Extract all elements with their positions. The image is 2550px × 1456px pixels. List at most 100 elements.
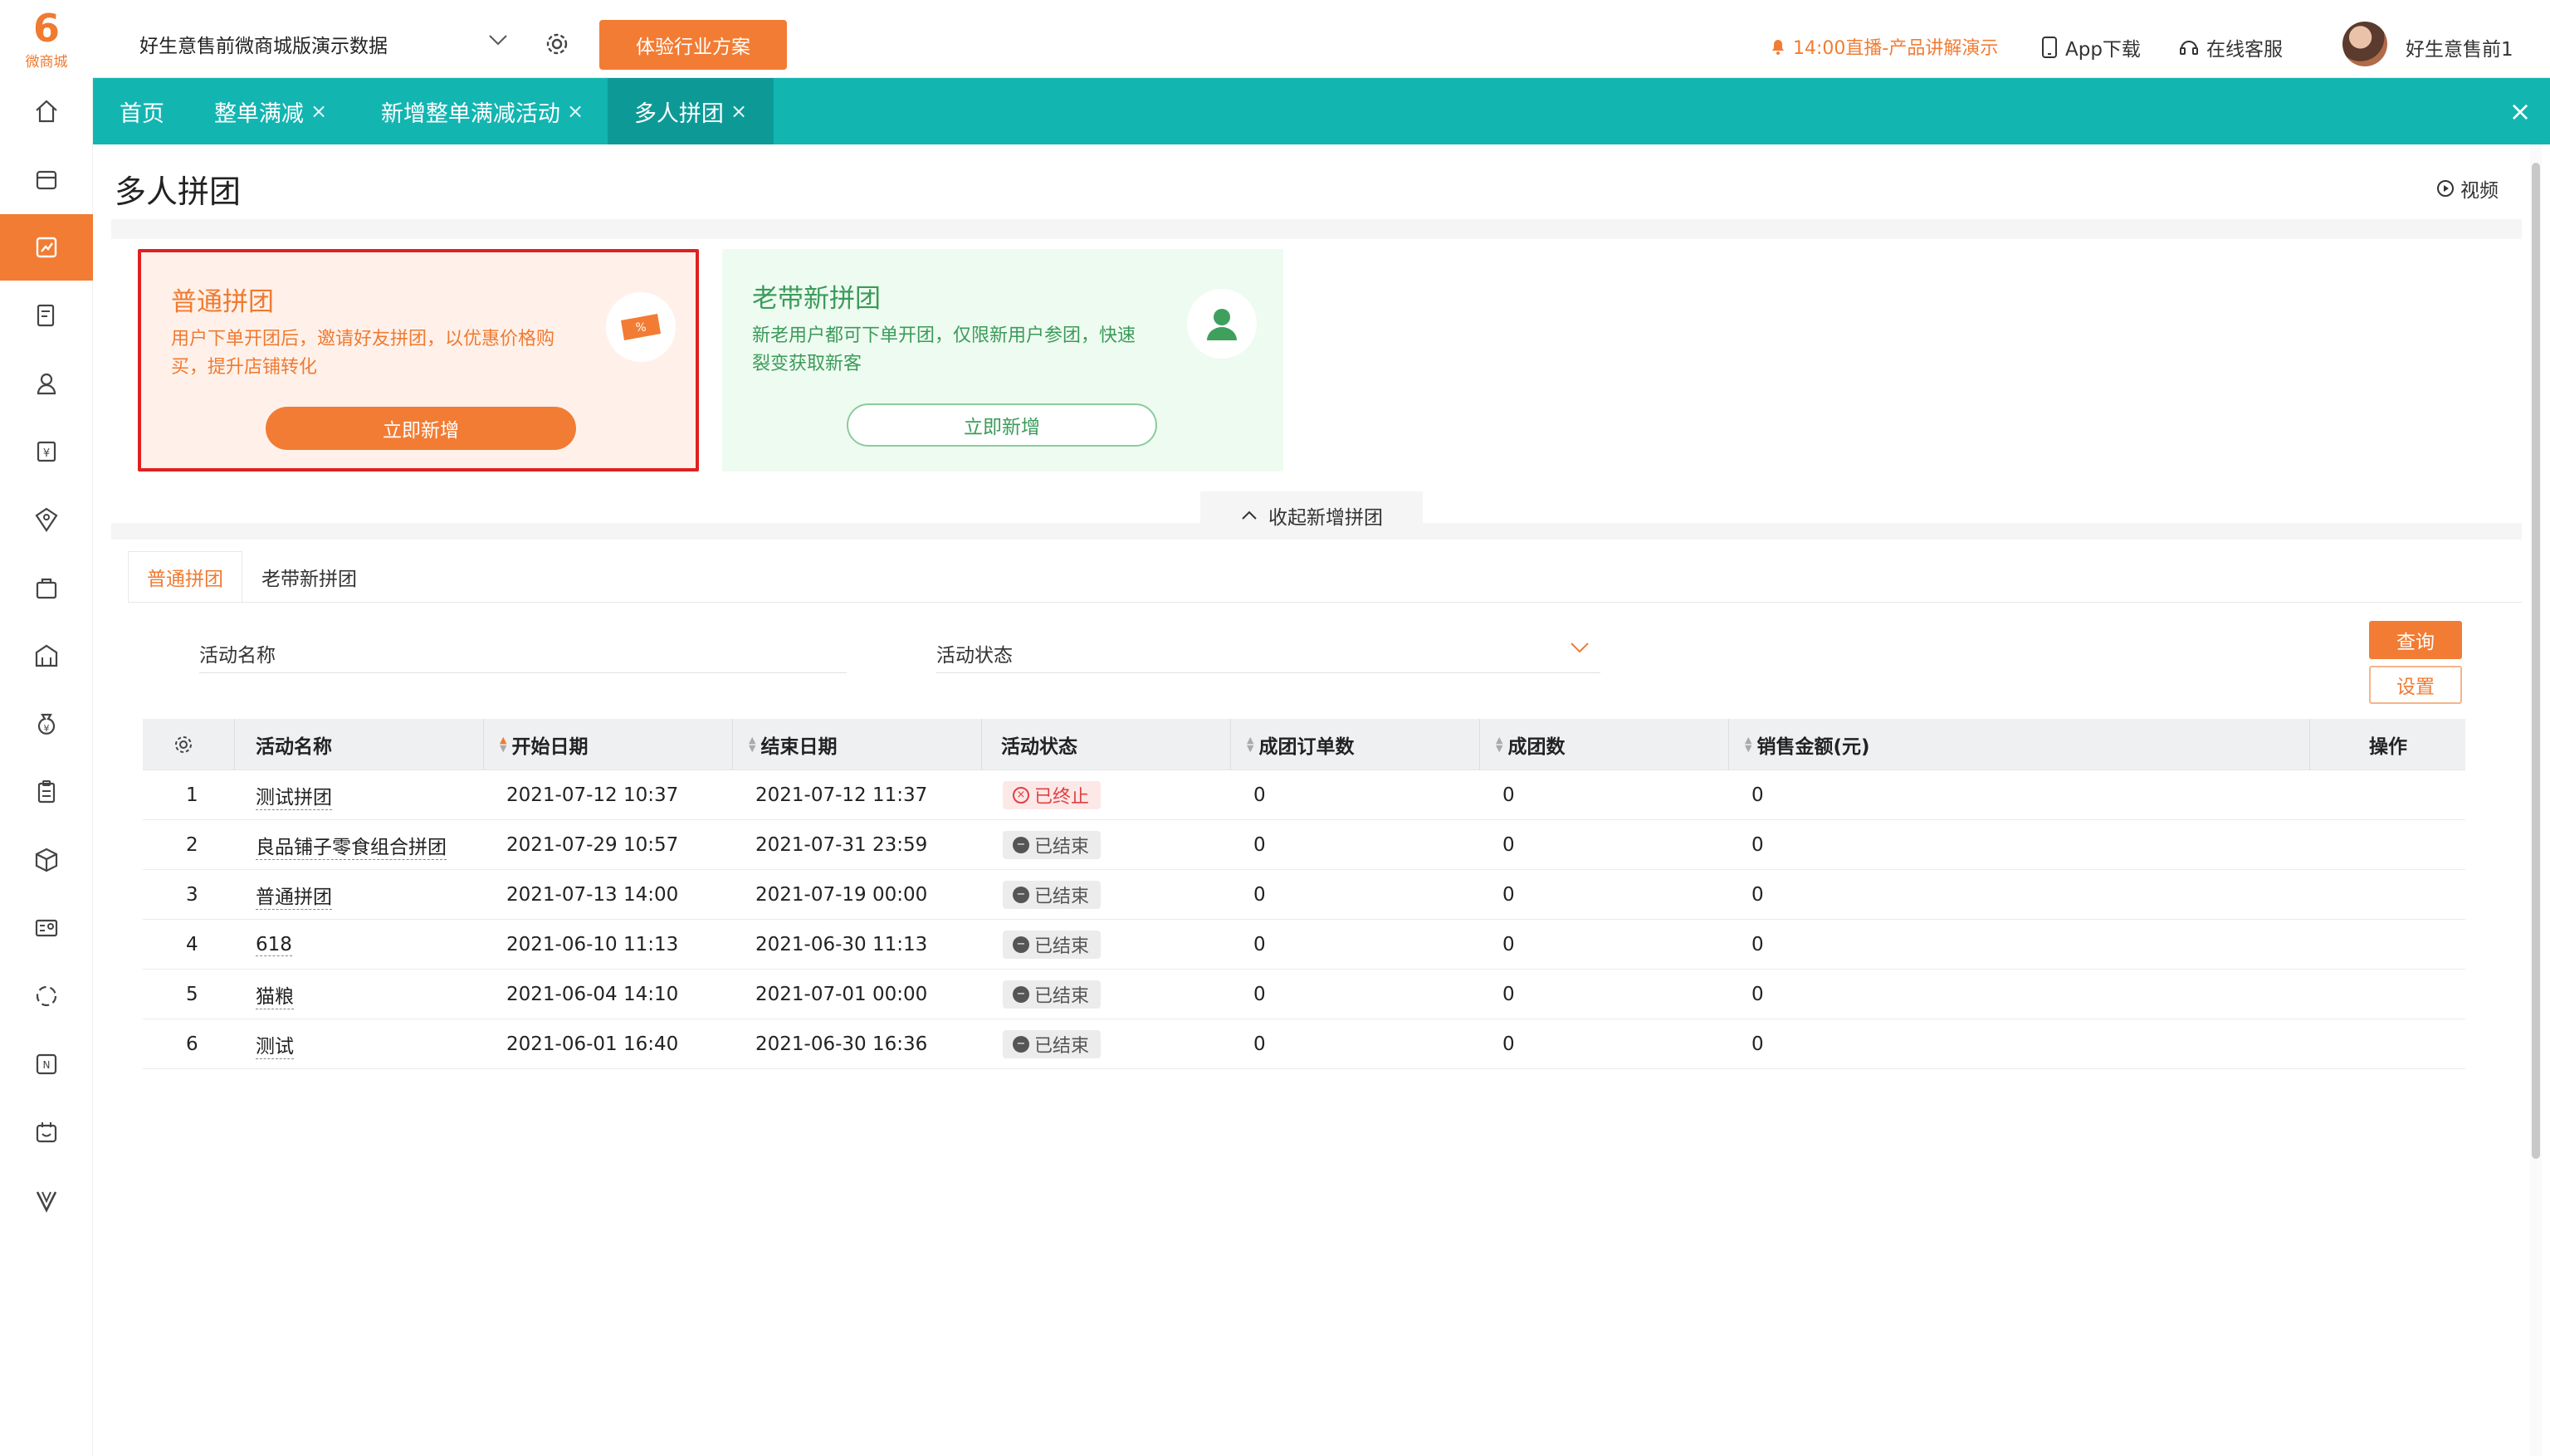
sales-amount: 0	[1751, 934, 1764, 955]
list-tab-normal[interactable]: 普通拼团	[128, 551, 242, 603]
group-count: 0	[1502, 984, 1515, 1005]
scrollbar-thumb[interactable]	[2532, 163, 2540, 1159]
settings-button[interactable]: 设置	[2369, 666, 2462, 704]
row-index: 1	[186, 784, 198, 806]
shop-select[interactable]: 好生意售前微商城版演示数据	[139, 30, 388, 58]
experience-solution-button[interactable]: 体验行业方案	[599, 20, 787, 70]
gear-icon[interactable]	[543, 30, 571, 58]
tab-group-buy[interactable]: 多人拼团 ×	[608, 78, 774, 144]
close-icon[interactable]: ×	[730, 100, 747, 123]
tab-label: 首页	[120, 100, 164, 127]
avatar[interactable]	[2342, 22, 2387, 66]
sidebar-item-home[interactable]	[0, 78, 93, 144]
user-icon	[1187, 289, 1257, 359]
activity-name-link[interactable]: 测试	[256, 1019, 294, 1069]
th-sales[interactable]: ▲ ▼ 销售金额(元)	[1745, 719, 1870, 770]
logo[interactable]: 6 微商城	[0, 0, 93, 78]
card-description: 新老用户都可下单开团，仅限新用户参团，快速裂变获取新客	[752, 325, 1136, 374]
tab-order-discount[interactable]: 整单满减 ×	[209, 78, 332, 144]
table-row: 6 测试 2021-06-01 16:40 2021-06-30 16:36 −…	[143, 1019, 2465, 1069]
cycle-icon	[36, 985, 57, 1007]
chevron-down-icon[interactable]	[1567, 638, 1592, 657]
th-label: 成团数	[1507, 736, 1566, 758]
sales-amount: 0	[1751, 984, 1764, 1005]
tab-label: 新增整单满减活动	[380, 100, 560, 127]
end-date: 2021-07-01 00:00	[755, 984, 928, 1005]
activity-name-link[interactable]: 测试拼团	[256, 770, 332, 820]
th-name: 活动名称	[256, 736, 332, 758]
sidebar-item-cycle[interactable]	[0, 963, 93, 1029]
chevron-down-icon[interactable]	[486, 32, 510, 48]
sidebar-item-distribution[interactable]	[0, 486, 93, 553]
th-groups[interactable]: ▲ ▼ 成团数	[1496, 719, 1565, 770]
sidebar-item-inventory[interactable]	[0, 827, 93, 893]
activity-name-input[interactable]	[199, 672, 847, 673]
th-orders[interactable]: ▲ ▼ 成团订单数	[1247, 719, 1354, 770]
close-all-tabs-icon[interactable]: ×	[2505, 95, 2535, 127]
sidebar-item-calendar[interactable]	[0, 1099, 93, 1165]
online-service-label: 在线客服	[2206, 39, 2283, 61]
status-badge: − 已结束	[1003, 1019, 1102, 1069]
minus-circle-icon: −	[1013, 936, 1029, 953]
tab-home[interactable]: 首页	[93, 78, 191, 144]
live-broadcast-link[interactable]: 14:00直播-产品讲解演示	[1768, 33, 1998, 60]
divider	[111, 219, 2522, 239]
start-date: 2021-07-13 14:00	[506, 884, 679, 906]
th-operations: 操作	[2369, 736, 2407, 758]
sidebar-item-goods[interactable]	[0, 555, 93, 621]
group-orders: 0	[1253, 984, 1266, 1005]
sidebar-item-finance[interactable]: ¥	[0, 418, 93, 485]
column-settings-icon[interactable]	[173, 719, 206, 770]
sidebar-item-vip[interactable]	[0, 1167, 93, 1234]
video-link[interactable]: 视频	[2435, 174, 2499, 203]
th-start-date[interactable]: ▲ ▼ 开始日期	[500, 719, 588, 770]
activity-name-link[interactable]: 猫粮	[256, 970, 294, 1019]
marketing-icon	[36, 237, 57, 258]
collapse-button[interactable]: 收起新增拼团	[1200, 491, 1423, 540]
tabs-bar: 首页 整单满减 × 新增整单满减活动 × 多人拼团 × ×	[93, 78, 2550, 144]
close-icon[interactable]: ×	[567, 100, 584, 123]
sidebar-item-member[interactable]	[0, 350, 93, 417]
username[interactable]: 好生意售前1	[2406, 33, 2513, 61]
sort-icon: ▲ ▼	[500, 735, 507, 754]
th-label: 成团订单数	[1258, 736, 1355, 758]
home-icon	[36, 100, 57, 123]
close-icon[interactable]: ×	[310, 100, 327, 123]
sidebar-item-shop[interactable]	[0, 623, 93, 689]
phone-icon	[2042, 37, 2057, 58]
activity-name-link[interactable]: 良品铺子零食组合拼团	[256, 820, 447, 870]
activity-name-link[interactable]: 普通拼团	[256, 870, 332, 920]
start-date: 2021-06-04 14:10	[506, 984, 679, 1005]
bell-icon	[1772, 40, 1784, 55]
sidebar-item-card[interactable]	[0, 895, 93, 961]
app-download-link[interactable]: App下载	[2040, 33, 2141, 61]
activity-status-select[interactable]	[936, 672, 1600, 673]
th-end-date[interactable]: ▲ ▼ 结束日期	[749, 719, 837, 770]
list-tab-newbie[interactable]: 老带新拼团	[242, 551, 376, 603]
sort-icon: ▲ ▼	[1745, 735, 1752, 754]
group-count: 0	[1502, 1033, 1515, 1055]
sidebar-item-order[interactable]	[0, 282, 93, 349]
tab-new-order-discount[interactable]: 新增整单满减活动 ×	[375, 78, 589, 144]
minus-circle-icon: −	[1013, 837, 1029, 853]
group-count: 0	[1502, 884, 1515, 906]
sidebar-item-clipboard[interactable]	[0, 759, 93, 825]
sidebar-item-store[interactable]	[0, 146, 93, 213]
end-date: 2021-06-30 16:36	[755, 1033, 928, 1055]
coupon-icon: %	[606, 292, 676, 362]
live-text: 14:00直播-产品讲解演示	[1793, 38, 1999, 59]
query-button[interactable]: 查询	[2369, 621, 2462, 659]
logo-mark-icon: 6	[32, 5, 60, 51]
activity-name-link[interactable]: 618	[256, 920, 292, 970]
add-newbie-group-button[interactable]: 立即新增	[847, 403, 1157, 447]
table-row: 4 618 2021-06-10 11:13 2021-06-30 11:13 …	[143, 920, 2465, 970]
minus-circle-icon: −	[1013, 887, 1029, 903]
add-normal-group-button[interactable]: 立即新增	[266, 407, 576, 450]
th-status: 活动状态	[1001, 736, 1077, 758]
tab-label: 多人拼团	[633, 100, 724, 127]
sidebar-item-wallet[interactable]: ¥	[0, 691, 93, 757]
sidebar-item-new[interactable]: N	[0, 1031, 93, 1097]
sidebar-item-marketing[interactable]	[0, 214, 93, 281]
online-service-link[interactable]: 在线客服	[2178, 33, 2283, 61]
group-count: 0	[1502, 784, 1515, 806]
